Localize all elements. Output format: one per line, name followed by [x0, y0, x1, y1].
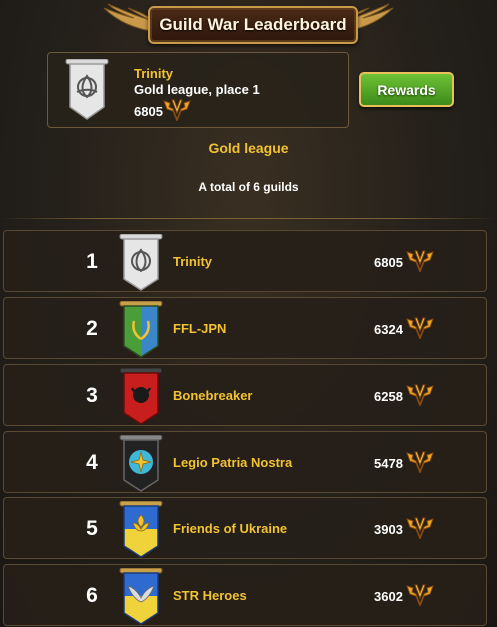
- rank-number: 6: [86, 584, 98, 607]
- winged-v-emblem-icon: [406, 517, 434, 539]
- rank-number: 4: [86, 451, 98, 474]
- laurel-banner-icon: [119, 301, 163, 358]
- guild-name: Bonebreaker: [173, 388, 253, 403]
- league-title: Gold league: [208, 140, 289, 156]
- title-plate: Guild War Leaderboard: [148, 6, 358, 44]
- winged-v-emblem-icon: [406, 250, 434, 272]
- page-title: Guild War Leaderboard: [159, 15, 347, 34]
- fleur-de-lis-banner-icon: [119, 501, 163, 558]
- rewards-button[interactable]: Rewards: [359, 72, 454, 107]
- guild-score: 3602: [374, 589, 403, 604]
- leaderboard-row[interactable]: 3 Bonebreaker 6258: [3, 364, 487, 426]
- divider: [0, 218, 497, 219]
- sun-banner-icon: [119, 435, 163, 492]
- leaderboard-row[interactable]: 6 STR Heroes 3602: [3, 564, 487, 626]
- guild-name: FFL-JPN: [173, 321, 227, 336]
- guild-score: 6805: [374, 255, 403, 270]
- guild-name: Friends of Ukraine: [173, 521, 288, 536]
- winged-v-emblem-icon: [406, 584, 434, 606]
- guild-name: Trinity: [173, 254, 213, 269]
- rank-number: 2: [86, 317, 98, 340]
- winged-v-emblem-icon: [406, 451, 434, 473]
- header: Guild War Leaderboard: [0, 0, 497, 52]
- guild-score: 6324: [374, 322, 403, 337]
- my-guild-league-place: Gold league, place 1: [134, 82, 260, 97]
- my-guild-score: 6805: [134, 104, 163, 119]
- rank-number: 1: [86, 250, 98, 273]
- bull-banner-icon: [119, 368, 163, 425]
- winged-v-emblem-icon: [406, 317, 434, 339]
- rank-number: 5: [86, 517, 98, 540]
- my-guild-name: Trinity: [134, 66, 174, 81]
- leaderboard-row[interactable]: 1 Trinity 6805: [3, 230, 487, 292]
- rank-number: 3: [86, 384, 98, 407]
- winged-v-emblem-icon: [406, 384, 434, 406]
- winged-v-emblem-icon: [163, 99, 191, 121]
- guild-score: 3903: [374, 522, 403, 537]
- guild-name: STR Heroes: [173, 588, 247, 603]
- guild-count: A total of 6 guilds: [198, 180, 299, 194]
- triquetra-banner-icon: [119, 234, 163, 291]
- guild-score: 5478: [374, 456, 403, 471]
- leaderboard-row[interactable]: 4 Legio Patria Nostra 5478: [3, 431, 487, 493]
- guild-name: Legio Patria Nostra: [173, 455, 293, 470]
- winged-crest-banner-icon: [119, 568, 163, 625]
- leaderboard-row[interactable]: 5 Friends of Ukraine 3903: [3, 497, 487, 559]
- my-guild-card: Trinity Gold league, place 1 6805: [47, 52, 349, 128]
- triquetra-banner-icon: [65, 59, 109, 120]
- leaderboard-row[interactable]: 2 FFL-JPN 6324: [3, 297, 487, 359]
- guild-score: 6258: [374, 389, 403, 404]
